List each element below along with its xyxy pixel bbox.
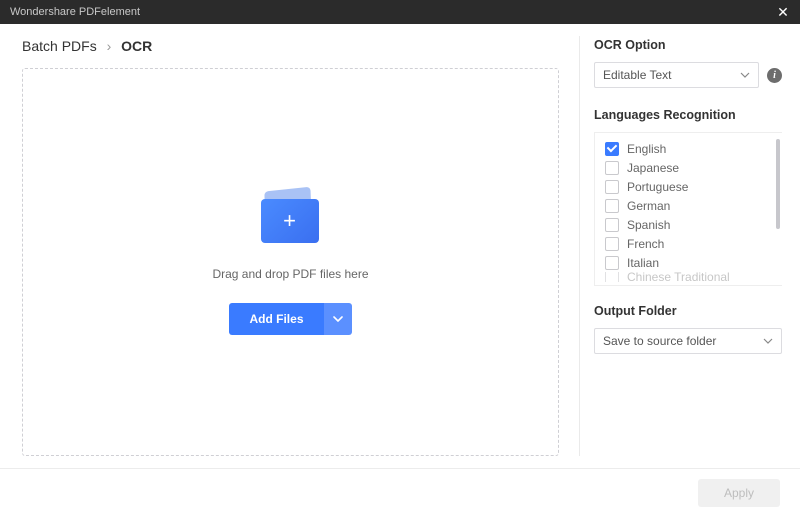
left-panel: Batch PDFs › OCR + Drag and drop PDF fil… (0, 24, 579, 468)
language-label: English (627, 142, 666, 156)
checkbox[interactable] (605, 256, 619, 270)
footer: Apply (0, 468, 800, 516)
languages-list[interactable]: English Japanese Portuguese German Spani… (594, 132, 782, 286)
language-label: Portuguese (627, 180, 688, 194)
language-label: Italian (627, 256, 659, 270)
add-files-button-group: Add Files (229, 303, 351, 335)
add-files-button[interactable]: Add Files (229, 303, 323, 335)
breadcrumb: Batch PDFs › OCR (22, 38, 559, 54)
language-item-english[interactable]: English (595, 139, 782, 158)
ocr-option-select[interactable]: Editable Text (594, 62, 759, 88)
add-folder-icon: + (259, 189, 323, 245)
scrollbar-thumb[interactable] (776, 139, 780, 229)
language-item-french[interactable]: French (595, 234, 782, 253)
language-label: French (627, 237, 664, 251)
titlebar: Wondershare PDFelement ✕ (0, 0, 800, 24)
ocr-option-title: OCR Option (594, 38, 782, 52)
output-folder-title: Output Folder (594, 304, 782, 318)
checkbox[interactable] (605, 218, 619, 232)
chevron-down-icon (763, 338, 773, 344)
language-label: German (627, 199, 670, 213)
checkbox[interactable] (605, 199, 619, 213)
language-label: Japanese (627, 161, 679, 175)
add-files-dropdown-button[interactable] (324, 303, 352, 335)
content: Batch PDFs › OCR + Drag and drop PDF fil… (0, 24, 800, 468)
language-label: Spanish (627, 218, 670, 232)
info-icon[interactable]: i (767, 68, 782, 83)
dropzone[interactable]: + Drag and drop PDF files here Add Files (22, 68, 559, 456)
checkbox[interactable] (605, 237, 619, 251)
checkbox[interactable] (605, 161, 619, 175)
chevron-right-icon: › (107, 38, 112, 54)
language-item-japanese[interactable]: Japanese (595, 158, 782, 177)
ocr-option-value: Editable Text (603, 68, 672, 82)
close-icon[interactable]: ✕ (774, 5, 792, 19)
language-item-german[interactable]: German (595, 196, 782, 215)
checkbox[interactable] (605, 180, 619, 194)
checkbox[interactable] (605, 272, 619, 282)
language-item-spanish[interactable]: Spanish (595, 215, 782, 234)
output-folder-value: Save to source folder (603, 334, 716, 348)
language-item-portuguese[interactable]: Portuguese (595, 177, 782, 196)
language-item-italian[interactable]: Italian (595, 253, 782, 272)
output-folder-select[interactable]: Save to source folder (594, 328, 782, 354)
right-panel: OCR Option Editable Text i Languages Rec… (580, 24, 800, 468)
chevron-down-icon (333, 316, 343, 322)
apply-button[interactable]: Apply (698, 479, 780, 507)
language-label: Chinese Traditional (627, 272, 730, 282)
breadcrumb-current: OCR (121, 38, 152, 54)
language-item-partial[interactable]: Chinese Traditional (595, 272, 782, 282)
checkbox-checked[interactable] (605, 142, 619, 156)
dropzone-hint: Drag and drop PDF files here (212, 267, 368, 281)
breadcrumb-parent[interactable]: Batch PDFs (22, 38, 97, 54)
chevron-down-icon (740, 72, 750, 78)
languages-title: Languages Recognition (594, 108, 782, 122)
window-title: Wondershare PDFelement (10, 6, 140, 18)
